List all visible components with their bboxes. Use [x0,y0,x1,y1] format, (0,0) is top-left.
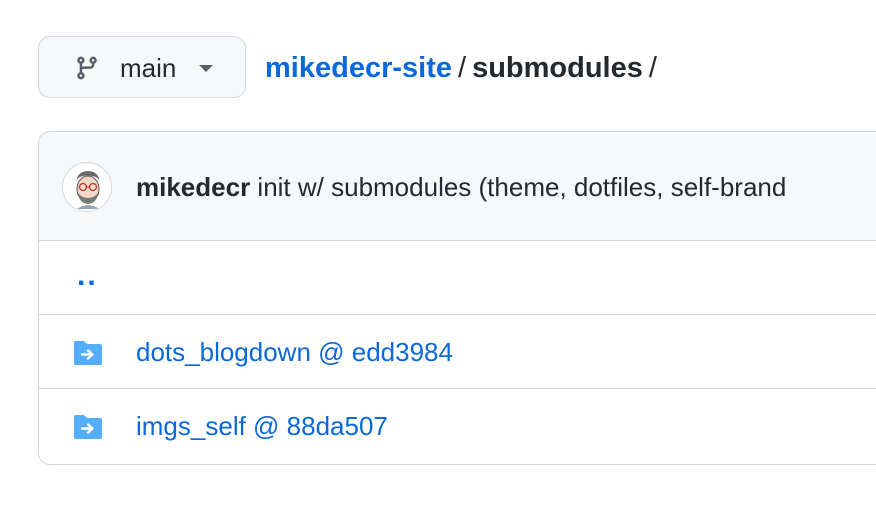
list-item: dots_blogdown @ edd3984 [39,315,876,389]
commit-summary: mikedecr init w/ submodules (theme, dotf… [136,172,786,202]
file-link[interactable]: dots_blogdown @ edd3984 [136,337,453,367]
file-link[interactable]: imgs_self @ 88da507 [136,411,388,441]
list-item: imgs_self @ 88da507 [39,389,876,464]
breadcrumb-trailing-separator: / [648,52,657,84]
avatar[interactable] [62,162,112,212]
page: main mikedecr-site / submodules / mikede… [0,0,876,512]
breadcrumb: mikedecr-site / submodules / [265,50,663,86]
submodule-folder-icon [74,415,102,439]
branch-label: main [120,53,177,83]
commit-message-link[interactable]: init w/ submodules (theme, dotfiles, sel… [257,172,786,202]
parent-directory-row: .. [39,241,876,315]
breadcrumb-repo-link[interactable]: mikedecr-site [265,52,452,84]
breadcrumb-separator: / [458,52,467,84]
breadcrumb-current: submodules [472,52,643,84]
git-branch-icon [77,56,97,80]
avatar-portrait-icon [64,164,111,211]
parent-directory-link[interactable]: .. [77,259,98,293]
latest-commit-row: mikedecr init w/ submodules (theme, dotf… [39,132,876,241]
branch-select-button[interactable]: main [38,36,246,98]
caret-down-icon [199,65,213,72]
commit-author-link[interactable]: mikedecr [136,172,250,202]
file-listing: mikedecr init w/ submodules (theme, dotf… [38,131,876,465]
submodule-folder-icon [74,341,102,365]
